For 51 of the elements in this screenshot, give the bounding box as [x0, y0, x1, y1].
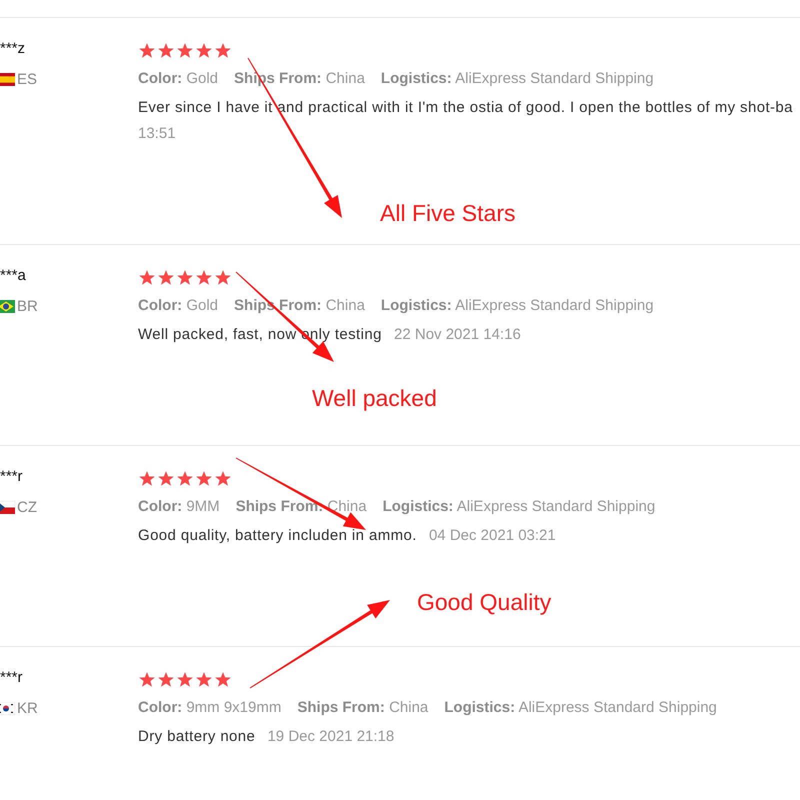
review-date: 19 Dec 2021 21:18 — [267, 727, 394, 747]
order-detail: Logistics: AliExpress Standard Shipping — [380, 70, 654, 87]
country-code: ES — [17, 71, 38, 88]
flag-icon — [0, 702, 15, 715]
star-icon — [157, 671, 175, 688]
flag-icon — [0, 300, 15, 313]
order-detail: Ships From: China — [234, 297, 365, 314]
star-icon — [214, 470, 232, 487]
order-detail: Logistics: AliExpress Standard Shipping — [382, 498, 656, 515]
star-icon — [176, 42, 194, 59]
user-name: ***r — [0, 669, 23, 686]
star-icon — [195, 42, 213, 59]
star-icon — [138, 470, 156, 487]
star-icon — [157, 42, 175, 59]
star-icon — [138, 269, 156, 286]
order-detail: Logistics: AliExpress Standard Shipping — [380, 297, 654, 314]
order-detail: Logistics: AliExpress Standard Shipping — [444, 699, 717, 716]
order-detail: Color: 9mm 9x19mm — [138, 699, 282, 716]
star-icon — [176, 269, 194, 286]
review-date: 22 Nov 2021 14:16 — [394, 325, 521, 345]
order-detail: Color: Gold — [138, 297, 218, 314]
star-icon — [195, 269, 213, 286]
star-icon — [214, 42, 232, 59]
star-icon — [157, 269, 175, 286]
star-icon — [195, 470, 213, 487]
country-code: BR — [17, 298, 38, 315]
flag-icon — [0, 73, 15, 86]
order-detail: Color: 9MM — [138, 498, 220, 515]
review-text: Good quality, battery includen in ammo. — [138, 527, 417, 544]
star-icon — [214, 269, 232, 286]
star-icon — [176, 470, 194, 487]
order-detail: Color: Gold — [138, 70, 218, 87]
annotation-label: Good Quality — [417, 589, 552, 616]
annotation-label: Well packed — [312, 385, 437, 412]
star-icon — [176, 671, 194, 688]
star-icon — [138, 42, 156, 59]
review-date: 13:51 — [138, 124, 176, 144]
star-icon — [214, 671, 232, 688]
country-code: KR — [17, 700, 38, 717]
star-icon — [195, 671, 213, 688]
user-name: ***r — [0, 468, 23, 485]
star-icon — [157, 470, 175, 487]
user-name: ***a — [0, 267, 26, 284]
annotation-label: All Five Stars — [380, 200, 516, 227]
star-icon — [138, 671, 156, 688]
review-text: Dry battery none — [138, 728, 256, 745]
country-code: CZ — [17, 499, 37, 516]
review-date: 04 Dec 2021 03:21 — [428, 526, 556, 546]
order-detail: Ships From: China — [297, 699, 428, 716]
flag-icon — [0, 501, 15, 514]
user-name: ***z — [0, 40, 26, 57]
